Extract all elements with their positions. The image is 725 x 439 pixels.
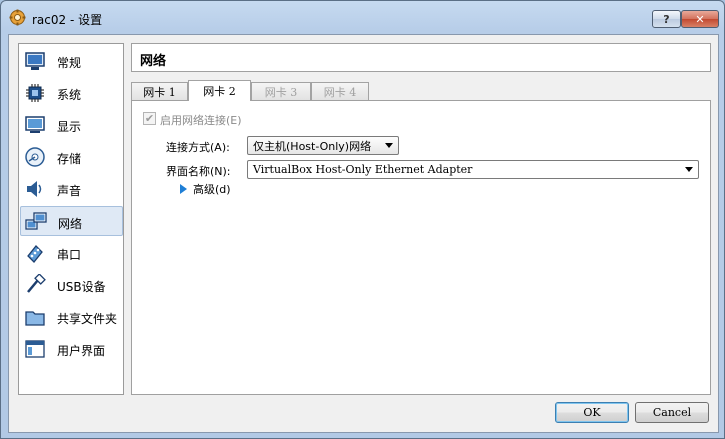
sidebar-item-label: 用户界面 <box>57 344 106 358</box>
sidebar-item-label: 声音 <box>57 184 82 198</box>
sidebar-item-network[interactable]: 网络 <box>20 206 123 236</box>
sidebar-item-label: 显示 <box>57 120 82 134</box>
tab-label: 网卡 2 <box>203 85 236 98</box>
advanced-toggle[interactable]: 高级(d) <box>180 181 231 197</box>
app-gear-icon <box>9 9 26 26</box>
attach-mode-select[interactable]: 仅主机(Host-Only)网络 <box>247 136 399 155</box>
title-bar: rac02 - 设置 ? ✕ <box>1 1 724 35</box>
general-icon <box>25 52 45 70</box>
ui-icon <box>25 340 45 358</box>
attach-mode-label: 连接方式(A): <box>166 141 230 154</box>
tab-adapter-2[interactable]: 网卡 2 <box>188 80 251 101</box>
sidebar-item-audio[interactable]: 声音 <box>20 174 123 204</box>
adapter-panel: ✔ 启用网络连接(E) 连接方式(A): 仅主机(Host-Only)网络 界面… <box>131 100 711 395</box>
settings-sidebar: 常规 系统 显示 存储 声音 网络 串口 USB设备 共享文件夹 用户界面 <box>18 43 124 395</box>
tab-adapter-1[interactable]: 网卡 1 <box>131 82 188 100</box>
settings-window: rac02 - 设置 ? ✕ 常规 系统 显示 存储 声音 网络 串口 USB设… <box>0 0 725 439</box>
folder-icon <box>25 311 45 326</box>
sidebar-item-system[interactable]: 系统 <box>20 78 123 108</box>
sidebar-item-user-interface[interactable]: 用户界面 <box>20 334 123 364</box>
dialog-client-area: 常规 系统 显示 存储 声音 网络 串口 USB设备 共享文件夹 用户界面 网络… <box>8 34 719 433</box>
sidebar-item-label: 串口 <box>57 248 82 262</box>
tab-label: 网卡 1 <box>143 85 176 99</box>
sidebar-item-label: 网络 <box>58 217 83 231</box>
tab-label: 网卡 3 <box>264 85 298 99</box>
sidebar-item-label: 共享文件夹 <box>57 312 118 326</box>
sidebar-item-shared-folders[interactable]: 共享文件夹 <box>20 302 123 332</box>
page-title: 网络 <box>140 54 167 69</box>
tab-adapter-3[interactable]: 网卡 3 <box>251 82 311 100</box>
sidebar-item-storage[interactable]: 存储 <box>20 142 123 172</box>
advanced-label: 高级(d) <box>193 183 231 196</box>
close-button[interactable]: ✕ <box>681 10 719 28</box>
cancel-label: Cancel <box>652 406 692 419</box>
ok-label: OK <box>583 406 601 419</box>
chip-icon <box>26 84 44 102</box>
sidebar-item-label: 系统 <box>57 88 82 102</box>
interface-name-label: 界面名称(N): <box>166 165 231 178</box>
sidebar-item-label: USB设备 <box>57 280 106 294</box>
tab-label: 网卡 4 <box>323 85 357 99</box>
close-icon: ✕ <box>695 12 705 26</box>
attach-mode-value: 仅主机(Host-Only)网络 <box>253 139 372 153</box>
window-title: rac02 - 设置 <box>32 13 103 27</box>
speaker-icon <box>27 181 42 197</box>
chevron-down-icon <box>685 167 693 172</box>
enable-network-label: 启用网络连接(E) <box>160 114 242 127</box>
sidebar-item-general[interactable]: 常规 <box>20 46 123 76</box>
sidebar-item-label: 常规 <box>57 56 82 70</box>
interface-name-select[interactable]: VirtualBox Host-Only Ethernet Adapter <box>247 160 699 179</box>
ok-button[interactable]: OK <box>555 402 629 423</box>
enable-network-checkbox[interactable]: ✔ <box>143 112 156 125</box>
interface-name-value: VirtualBox Host-Only Ethernet Adapter <box>253 163 473 176</box>
expand-arrow-icon <box>180 184 187 194</box>
monitor-icon <box>25 116 45 133</box>
help-button[interactable]: ? <box>652 10 681 28</box>
page-title-box: 网络 <box>131 43 711 72</box>
sidebar-item-label: 存储 <box>57 152 82 166</box>
serial-port-icon <box>27 245 43 263</box>
disk-icon <box>25 147 45 167</box>
network-icon <box>25 212 47 230</box>
chevron-down-icon <box>385 143 393 148</box>
cancel-button[interactable]: Cancel <box>635 402 709 423</box>
help-icon: ? <box>663 12 670 26</box>
sidebar-item-display[interactable]: 显示 <box>20 110 123 140</box>
tab-adapter-4[interactable]: 网卡 4 <box>311 82 369 100</box>
sidebar-item-usb[interactable]: USB设备 <box>20 270 123 300</box>
usb-icon <box>27 274 46 293</box>
sidebar-item-serial[interactable]: 串口 <box>20 238 123 268</box>
checkmark-icon: ✔ <box>144 112 155 125</box>
